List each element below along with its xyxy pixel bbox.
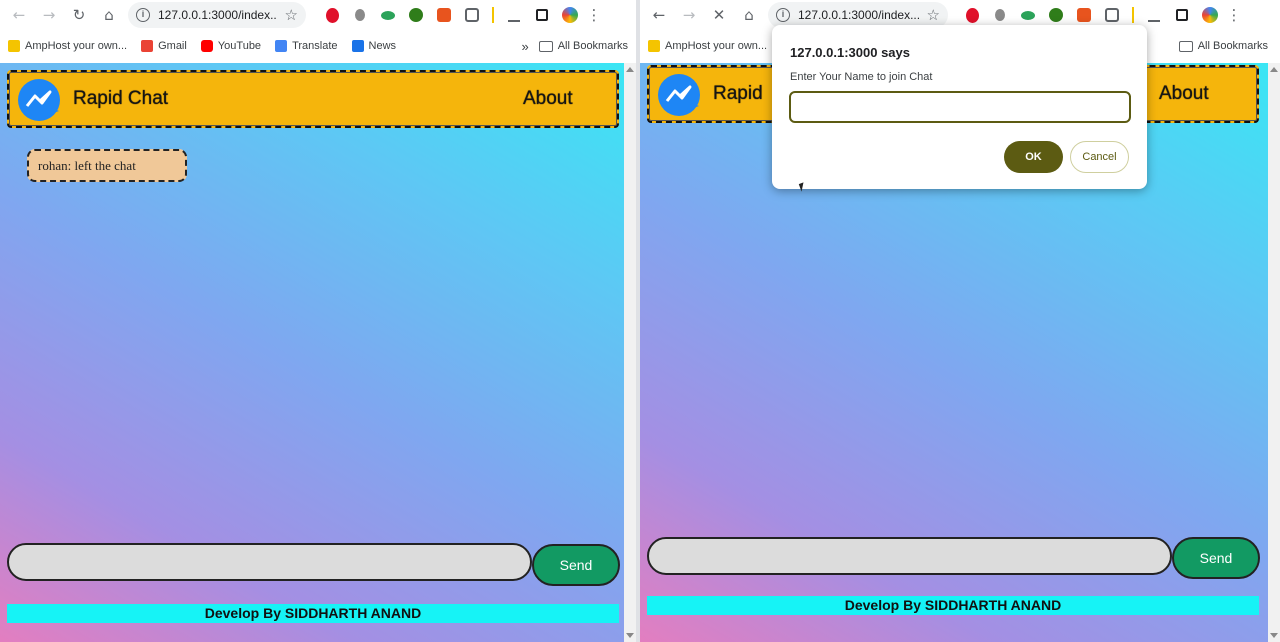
bookmark-star-icon[interactable]: ☆ <box>285 6 298 24</box>
bookmarks-overflow-icon[interactable]: » <box>521 39 528 54</box>
back-button[interactable]: ← <box>644 0 674 30</box>
footer-credit: Develop By SIDDHARTH ANAND <box>647 596 1259 615</box>
address-bar[interactable]: i 127.0.0.1:3000/index... ☆ <box>128 2 306 28</box>
bookmark-amphost[interactable]: AmpHost your own... <box>648 40 767 52</box>
messenger-logo-icon <box>18 79 60 121</box>
profile-avatar[interactable] <box>1196 0 1224 30</box>
page-scrollbar[interactable] <box>1268 63 1280 642</box>
about-link[interactable]: About <box>523 88 573 110</box>
home-button[interactable]: ⌂ <box>734 0 764 30</box>
forward-button[interactable]: → <box>34 0 64 30</box>
page-viewport: Rapid Chat About rohan: left the chat Se… <box>0 63 624 642</box>
reload-button[interactable]: ↻ <box>64 0 94 30</box>
browser-menu-icon[interactable]: ⋮ <box>1224 0 1244 30</box>
folder-icon <box>1178 40 1193 52</box>
about-link[interactable]: About <box>1159 83 1209 105</box>
brand-title: Rapid Chat <box>73 88 169 109</box>
browser-toolbar: ← → ↻ ⌂ i 127.0.0.1:3000/index... ☆ ⋮ <box>0 0 636 30</box>
bookmark-news[interactable]: News <box>351 40 396 52</box>
folder-icon <box>538 40 553 52</box>
message-input[interactable] <box>647 537 1172 575</box>
send-button[interactable]: Send <box>532 544 620 586</box>
all-bookmarks-folder[interactable]: All Bookmarks <box>538 40 628 52</box>
back-button[interactable]: ← <box>4 0 34 30</box>
scroll-up-icon[interactable] <box>626 67 634 72</box>
bookmark-gmail[interactable]: Gmail <box>141 40 187 52</box>
dialog-message: Enter Your Name to join Chat <box>790 71 933 83</box>
toolbar-separator <box>1132 7 1134 23</box>
url-text: 127.0.0.1:3000/index... <box>158 8 277 22</box>
site-info-icon[interactable]: i <box>136 8 150 22</box>
download-icon[interactable] <box>500 0 528 30</box>
send-button[interactable]: Send <box>1172 537 1260 579</box>
bookmark-youtube[interactable]: YouTube <box>200 40 261 52</box>
extensions-puzzle-icon[interactable] <box>458 0 486 30</box>
side-panel-icon[interactable] <box>528 0 556 30</box>
side-panel-icon[interactable] <box>1168 0 1196 30</box>
all-bookmarks-folder[interactable]: All Bookmarks <box>1178 40 1268 52</box>
opera-icon[interactable] <box>318 0 346 30</box>
scroll-up-icon[interactable] <box>1270 67 1278 72</box>
dialog-title: 127.0.0.1:3000 says <box>790 45 910 60</box>
navbar: Rapid Chat About <box>7 70 619 128</box>
forward-button[interactable]: → <box>674 0 704 30</box>
bookmark-amphost[interactable]: AmpHost your own... <box>8 40 127 52</box>
ci-extension-icon[interactable] <box>430 0 458 30</box>
cancel-button[interactable]: Cancel <box>1070 141 1129 173</box>
page-scrollbar[interactable] <box>624 63 636 642</box>
tree-extension-icon[interactable] <box>402 0 430 30</box>
scroll-down-icon[interactable] <box>1270 633 1278 638</box>
browser-window-left: ← → ↻ ⌂ i 127.0.0.1:3000/index... ☆ ⋮ Am… <box>0 0 636 642</box>
brand-title: Rapid <box>713 83 763 104</box>
scroll-down-icon[interactable] <box>626 633 634 638</box>
messenger-logo-icon <box>658 74 700 116</box>
ok-button[interactable]: OK <box>1004 141 1063 173</box>
footer-credit: Develop By SIDDHARTH ANAND <box>7 604 619 623</box>
message-input[interactable] <box>7 543 532 581</box>
browser-window-right: ← → ✕ ⌂ i 127.0.0.1:3000/index... ☆ ⋮ Am… <box>640 0 1280 642</box>
download-icon[interactable] <box>1140 0 1168 30</box>
url-text: 127.0.0.1:3000/index... <box>798 8 919 22</box>
bookmark-translate[interactable]: Translate <box>275 40 338 52</box>
toolbar-separator <box>492 7 494 23</box>
eye-extension-icon[interactable] <box>374 0 402 30</box>
site-info-icon[interactable]: i <box>776 8 790 22</box>
stop-loading-button[interactable]: ✕ <box>704 0 734 30</box>
home-button[interactable]: ⌂ <box>94 0 124 30</box>
chat-message: rohan: left the chat <box>27 149 187 182</box>
bug-extension-icon[interactable] <box>346 0 374 30</box>
name-input[interactable] <box>789 91 1131 123</box>
prompt-dialog: 127.0.0.1:3000 says Enter Your Name to j… <box>772 25 1147 189</box>
browser-menu-icon[interactable]: ⋮ <box>584 0 604 30</box>
bookmarks-bar: AmpHost your own... Gmail YouTube Transl… <box>0 32 636 60</box>
profile-avatar[interactable] <box>556 0 584 30</box>
bookmark-star-icon[interactable]: ☆ <box>927 6 940 24</box>
